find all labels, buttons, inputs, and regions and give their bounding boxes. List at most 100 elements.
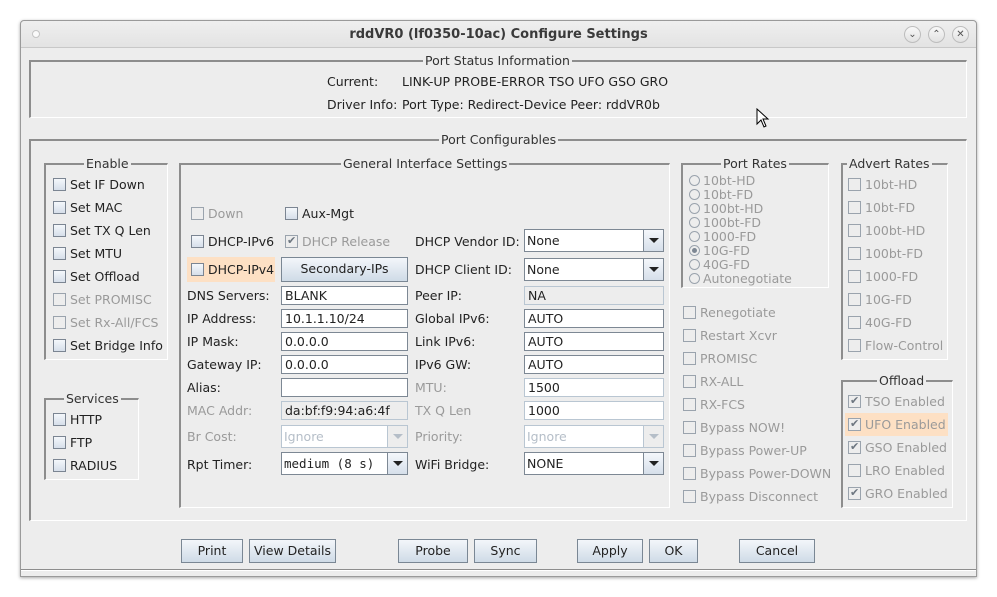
- radio-circle: [689, 175, 700, 186]
- checkbox-box: [848, 247, 861, 260]
- rpt-timer-label: Rpt Timer:: [187, 457, 253, 472]
- probe-button[interactable]: Probe: [398, 539, 468, 563]
- checkbox-box: [848, 270, 861, 283]
- advert-10g-fd-label: 10G-FD: [865, 292, 912, 307]
- dhcp-vendor-id-select[interactable]: None: [524, 229, 664, 252]
- advert-10bt-fd-label: 10bt-FD: [865, 200, 916, 215]
- checkbox-box: [683, 490, 696, 503]
- checkbox-box: [53, 224, 66, 237]
- br-cost-select[interactable]: Ignore: [281, 425, 408, 448]
- checkbox-box: [683, 306, 696, 319]
- mtu-field[interactable]: 1500: [524, 378, 664, 397]
- secondary-ips-button[interactable]: Secondary-IPs: [281, 257, 408, 282]
- dhcp-client-id-select[interactable]: None: [524, 258, 664, 281]
- misc-bypass-power-up-label: Bypass Power-UP: [700, 443, 807, 458]
- checkbox-box: [683, 352, 696, 365]
- apply-button[interactable]: Apply: [577, 539, 643, 563]
- br-cost-label: Br Cost:: [187, 429, 237, 444]
- wifi-bridge-label: WiFi Bridge:: [415, 457, 490, 472]
- rpt-timer-value: medium (8 s): [284, 456, 375, 471]
- peer-ip-label: Peer IP:: [415, 288, 463, 303]
- global-ipv6-label: Global IPv6:: [415, 311, 490, 326]
- br-cost-value: Ignore: [284, 429, 324, 444]
- services-legend: Services: [64, 391, 121, 406]
- wifi-bridge-value: NONE: [527, 456, 564, 471]
- mtu-label: MTU:: [415, 380, 447, 395]
- mac-addr-field[interactable]: da:bf:f9:94:a6:4f: [281, 401, 408, 420]
- misc-rx-fcs-label: RX-FCS: [700, 397, 745, 412]
- dhcp-client-id-label: DHCP Client ID:: [415, 262, 512, 277]
- title-bar[interactable]: rddVR0 (lf0350-10ac) Configure Settings …: [21, 21, 976, 48]
- maximize-button[interactable]: ⌃: [928, 26, 945, 43]
- ipv6-gw-field[interactable]: AUTO: [524, 355, 664, 374]
- enable-set-rx-all-fcs-label: Set Rx-All/FCS: [70, 315, 159, 330]
- close-button[interactable]: ✕: [952, 26, 969, 43]
- cancel-button[interactable]: Cancel: [739, 539, 815, 563]
- ip-address-label: IP Address:: [187, 311, 257, 326]
- checkmark-icon: ✔: [287, 234, 297, 247]
- misc-rx-all-label: RX-ALL: [700, 374, 744, 389]
- close-icon: ✕: [956, 29, 965, 40]
- service-ftp-label: FTP: [70, 435, 93, 450]
- checkbox-box: [53, 339, 66, 352]
- checkbox-box: [191, 263, 204, 276]
- mouse-cursor-icon: [756, 108, 770, 128]
- port-rate-label: 1000-FD: [703, 229, 757, 244]
- checkbox-box: ✔: [848, 486, 861, 500]
- checkbox-box: [53, 316, 66, 329]
- dns-servers-field[interactable]: BLANK: [281, 286, 408, 305]
- checkbox-box: ✔: [848, 417, 861, 431]
- service-radius-label: RADIUS: [70, 458, 118, 473]
- enable-set-mtu-label: Set MTU: [70, 246, 123, 261]
- link-ipv6-field[interactable]: AUTO: [524, 332, 664, 351]
- dhcp-ipv4-label: DHCP-IPv4: [208, 262, 275, 277]
- checkbox-box: [848, 464, 861, 477]
- enable-legend: Enable: [84, 156, 131, 171]
- enable-set-tx-q-len-label: Set TX Q Len: [70, 223, 151, 238]
- enable-set-mac-label: Set MAC: [70, 200, 123, 215]
- dhcp-vendor-id-value: None: [527, 233, 560, 248]
- dropdown-arrow-icon: [643, 259, 663, 280]
- global-ipv6-field[interactable]: AUTO: [524, 309, 664, 328]
- checkbox-box: [848, 201, 861, 214]
- enable-set-bridge-info-label: Set Bridge Info: [70, 338, 163, 353]
- tx-q-len-field[interactable]: 1000: [524, 401, 664, 420]
- misc-renegotiate-label: Renegotiate: [700, 305, 776, 320]
- radio-circle: [689, 273, 700, 284]
- ip-mask-field[interactable]: 0.0.0.0: [281, 332, 408, 351]
- offload-tso-enabled-label: TSO Enabled: [865, 394, 945, 409]
- dropdown-arrow-icon: [387, 453, 407, 474]
- gateway-ip-field[interactable]: 0.0.0.0: [281, 355, 408, 374]
- port-rate-label: 10G-FD: [703, 243, 750, 258]
- enable-set-promisc-label: Set PROMISC: [70, 292, 152, 307]
- view-details-button[interactable]: View Details: [249, 539, 336, 563]
- minimize-button[interactable]: ⌄: [904, 26, 921, 43]
- offload-gso-enabled-label: GSO Enabled: [865, 440, 947, 455]
- checkbox-box: [53, 436, 66, 449]
- ip-address-field[interactable]: 10.1.1.10/24: [281, 309, 408, 328]
- mac-addr-label: MAC Addr:: [187, 403, 253, 418]
- sync-button[interactable]: Sync: [474, 539, 537, 563]
- radio-circle: [689, 245, 700, 256]
- port-rate-label: 100bt-FD: [703, 215, 762, 230]
- print-button[interactable]: Print: [181, 539, 243, 563]
- link-ipv6-label: Link IPv6:: [415, 334, 476, 349]
- advert-flow-control-label: Flow-Control: [865, 338, 944, 353]
- misc-bypass-disconnect-label: Bypass Disconnect: [700, 489, 819, 504]
- peer-ip-field[interactable]: NA: [524, 286, 664, 305]
- priority-select[interactable]: Ignore: [524, 425, 664, 448]
- window-title: rddVR0 (lf0350-10ac) Configure Settings: [349, 27, 648, 42]
- port-status-legend: Port Status Information: [423, 53, 572, 68]
- advert-100bt-hd-label: 100bt-HD: [865, 223, 926, 238]
- ok-button[interactable]: OK: [649, 539, 698, 563]
- down-label: Down: [208, 206, 244, 221]
- chevron-down-icon: ⌄: [908, 29, 917, 40]
- misc-bypass-now-label: Bypass NOW!: [700, 420, 786, 435]
- enable-group: Enable: [44, 156, 168, 360]
- wifi-bridge-select[interactable]: NONE: [524, 452, 664, 475]
- alias-field[interactable]: [281, 378, 408, 397]
- checkbox-box: [683, 329, 696, 342]
- dropdown-arrow-icon: [643, 230, 663, 251]
- checkbox-box: [191, 207, 204, 220]
- rpt-timer-select[interactable]: medium (8 s): [281, 452, 408, 475]
